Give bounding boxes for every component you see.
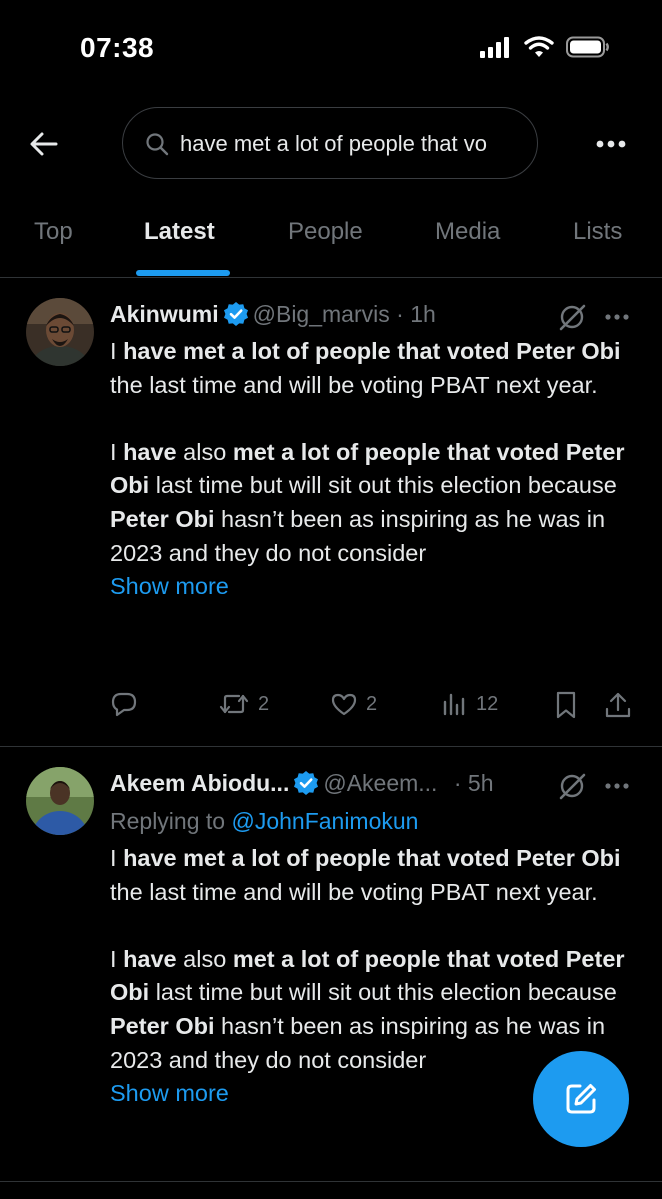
display-name[interactable]: Akinwumi [110,301,219,327]
tweet-header: Akinwumi @Big_marvis · 1h [110,301,436,333]
tweet-text: I have met a lot of people that voted Pe… [110,845,625,1073]
status-icons [480,36,610,58]
bookmark-icon[interactable] [553,690,579,720]
status-bar: 07:38 [0,0,662,100]
like-button[interactable]: 2 [330,690,377,718]
separator: · [453,770,462,796]
replying-to-mention[interactable]: @JohnFanimokun [231,808,418,834]
repost-icon [219,694,249,714]
views-button[interactable]: 12 [440,690,498,718]
tab-people[interactable]: People [288,218,363,246]
search-tabs: Top Latest People Media Lists [0,200,662,278]
compose-icon [566,1084,596,1114]
repost-count: 2 [258,692,270,715]
replying-to-label: Replying to [110,808,226,834]
verified-badge-icon [223,302,248,326]
reply-icon [111,692,137,717]
compose-button[interactable] [533,1051,629,1147]
tab-top[interactable]: Top [34,218,73,246]
share-icon[interactable] [604,690,632,720]
views-icon [443,693,465,716]
tweet-actions: 2 2 12 [110,690,640,730]
tweet-more-icon[interactable] [604,311,630,323]
show-more-link[interactable]: Show more [110,570,640,604]
tweet-body: I have met a lot of people that voted Pe… [110,335,640,604]
avatar[interactable] [26,298,94,366]
avatar[interactable] [26,767,94,835]
status-time: 07:38 [80,32,155,63]
back-arrow-icon[interactable] [28,128,60,160]
more-options-icon[interactable] [596,134,626,154]
like-count: 2 [366,692,378,715]
tweet-divider [0,746,662,747]
repost-button[interactable]: 2 [218,690,269,718]
battery-icon [566,36,609,58]
tweet-divider [0,1181,662,1182]
heart-icon [331,693,357,716]
grok-icon[interactable] [557,771,587,801]
tweet-text: I have met a lot of people that voted Pe… [110,338,625,566]
tweet-header: Akeem Abiodu... @Akeem... · 5h [110,770,494,802]
timestamp: 5h [467,770,494,796]
top-bar: have met a lot of people that vo [0,106,662,184]
search-field[interactable]: have met a lot of people that vo [122,107,538,179]
handle: @Big_marvis [252,301,390,327]
replying-to: Replying to @JohnFanimokun [110,808,418,835]
grok-icon[interactable] [557,302,587,332]
verified-badge-icon [294,771,319,795]
tweet-more-icon[interactable] [604,780,630,792]
cellular-signal-icon [480,37,509,58]
tab-lists[interactable]: Lists [573,218,622,246]
separator: · [396,301,404,327]
display-name[interactable]: Akeem Abiodu... [110,770,289,796]
active-tab-indicator [136,270,230,276]
reply-button[interactable] [110,690,138,718]
view-count: 12 [476,692,499,715]
search-query: have met a lot of people that vo [180,131,487,156]
timestamp: 1h [410,301,436,327]
search-icon [146,133,169,156]
wifi-icon [524,36,554,57]
tab-media[interactable]: Media [435,218,500,246]
handle: @Akeem... [323,770,438,796]
tab-latest[interactable]: Latest [144,218,215,246]
